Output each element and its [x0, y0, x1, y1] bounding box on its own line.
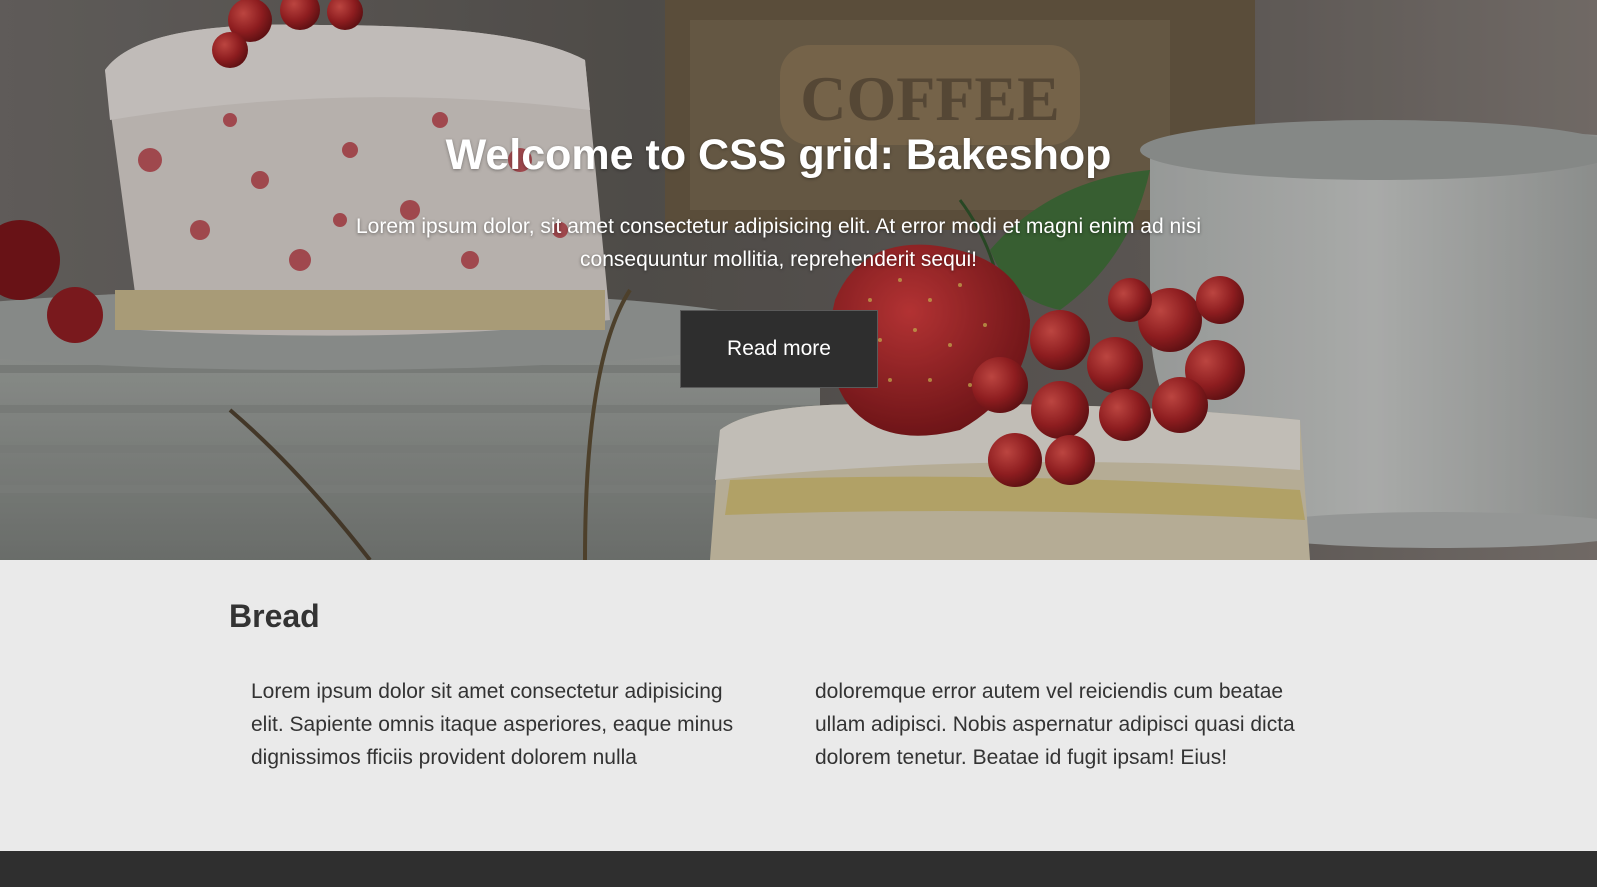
read-more-button[interactable]: Read more — [680, 310, 878, 388]
hero-banner: COFFEE Welcome to CSS grid: Bakeshop Lor… — [0, 0, 1597, 560]
bread-section: Bread Lorem ipsum dolor sit amet consect… — [0, 560, 1597, 851]
hero-overlay — [0, 0, 1597, 560]
section-title: Bread — [229, 598, 320, 634]
footer-bar — [0, 851, 1597, 887]
section-text-columns: Lorem ipsum dolor sit amet consectetur a… — [251, 675, 1301, 774]
hero-title: Welcome to CSS grid: Bakeshop — [445, 131, 1112, 179]
hero-description: Lorem ipsum dolor, sit amet consectetur … — [355, 215, 1202, 271]
section-text: Lorem ipsum dolor sit amet consectetur a… — [251, 680, 1295, 769]
page: COFFEE Welcome to CSS grid: Bakeshop Lor… — [0, 0, 1597, 887]
